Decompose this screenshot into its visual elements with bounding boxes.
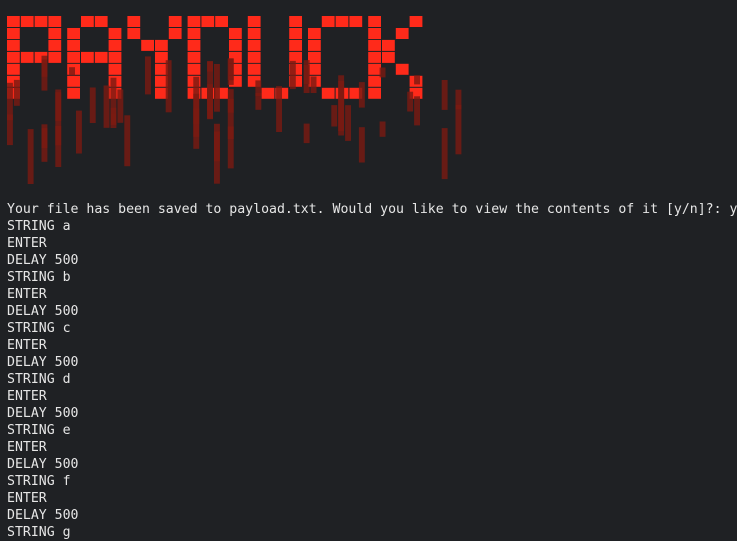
file-line: ENTER [7,236,47,251]
file-line: STRING e [7,423,71,438]
file-line: ENTER [7,491,47,506]
file-line: ENTER [7,338,47,353]
payduck-logo [7,16,462,184]
file-line: STRING f [7,474,71,489]
file-line: STRING b [7,270,71,285]
file-line: DELAY 500 [7,457,79,472]
file-line: ENTER [7,389,47,404]
file-line: STRING d [7,372,71,387]
file-line: DELAY 500 [7,304,79,319]
file-line: ENTER [7,440,47,455]
file-line: DELAY 500 [7,508,79,523]
file-line: DELAY 500 [7,355,79,370]
file-contents: STRING a ENTER DELAY 500 STRING b ENTER DELAY… [7,218,737,541]
payduck-ascii-banner [7,14,479,186]
file-line: ENTER [7,287,47,302]
file-line: STRING c [7,321,71,336]
file-line: STRING g [7,525,71,540]
save-prompt-line: Your file has been saved to payload.txt.… [7,202,737,217]
file-line: DELAY 500 [7,406,79,421]
file-line: STRING a [7,219,71,234]
terminal-window[interactable]: Your file has been saved to payload.txt.… [0,0,737,541]
file-line: DELAY 500 [7,253,79,268]
terminal-output: Your file has been saved to payload.txt.… [7,201,737,541]
